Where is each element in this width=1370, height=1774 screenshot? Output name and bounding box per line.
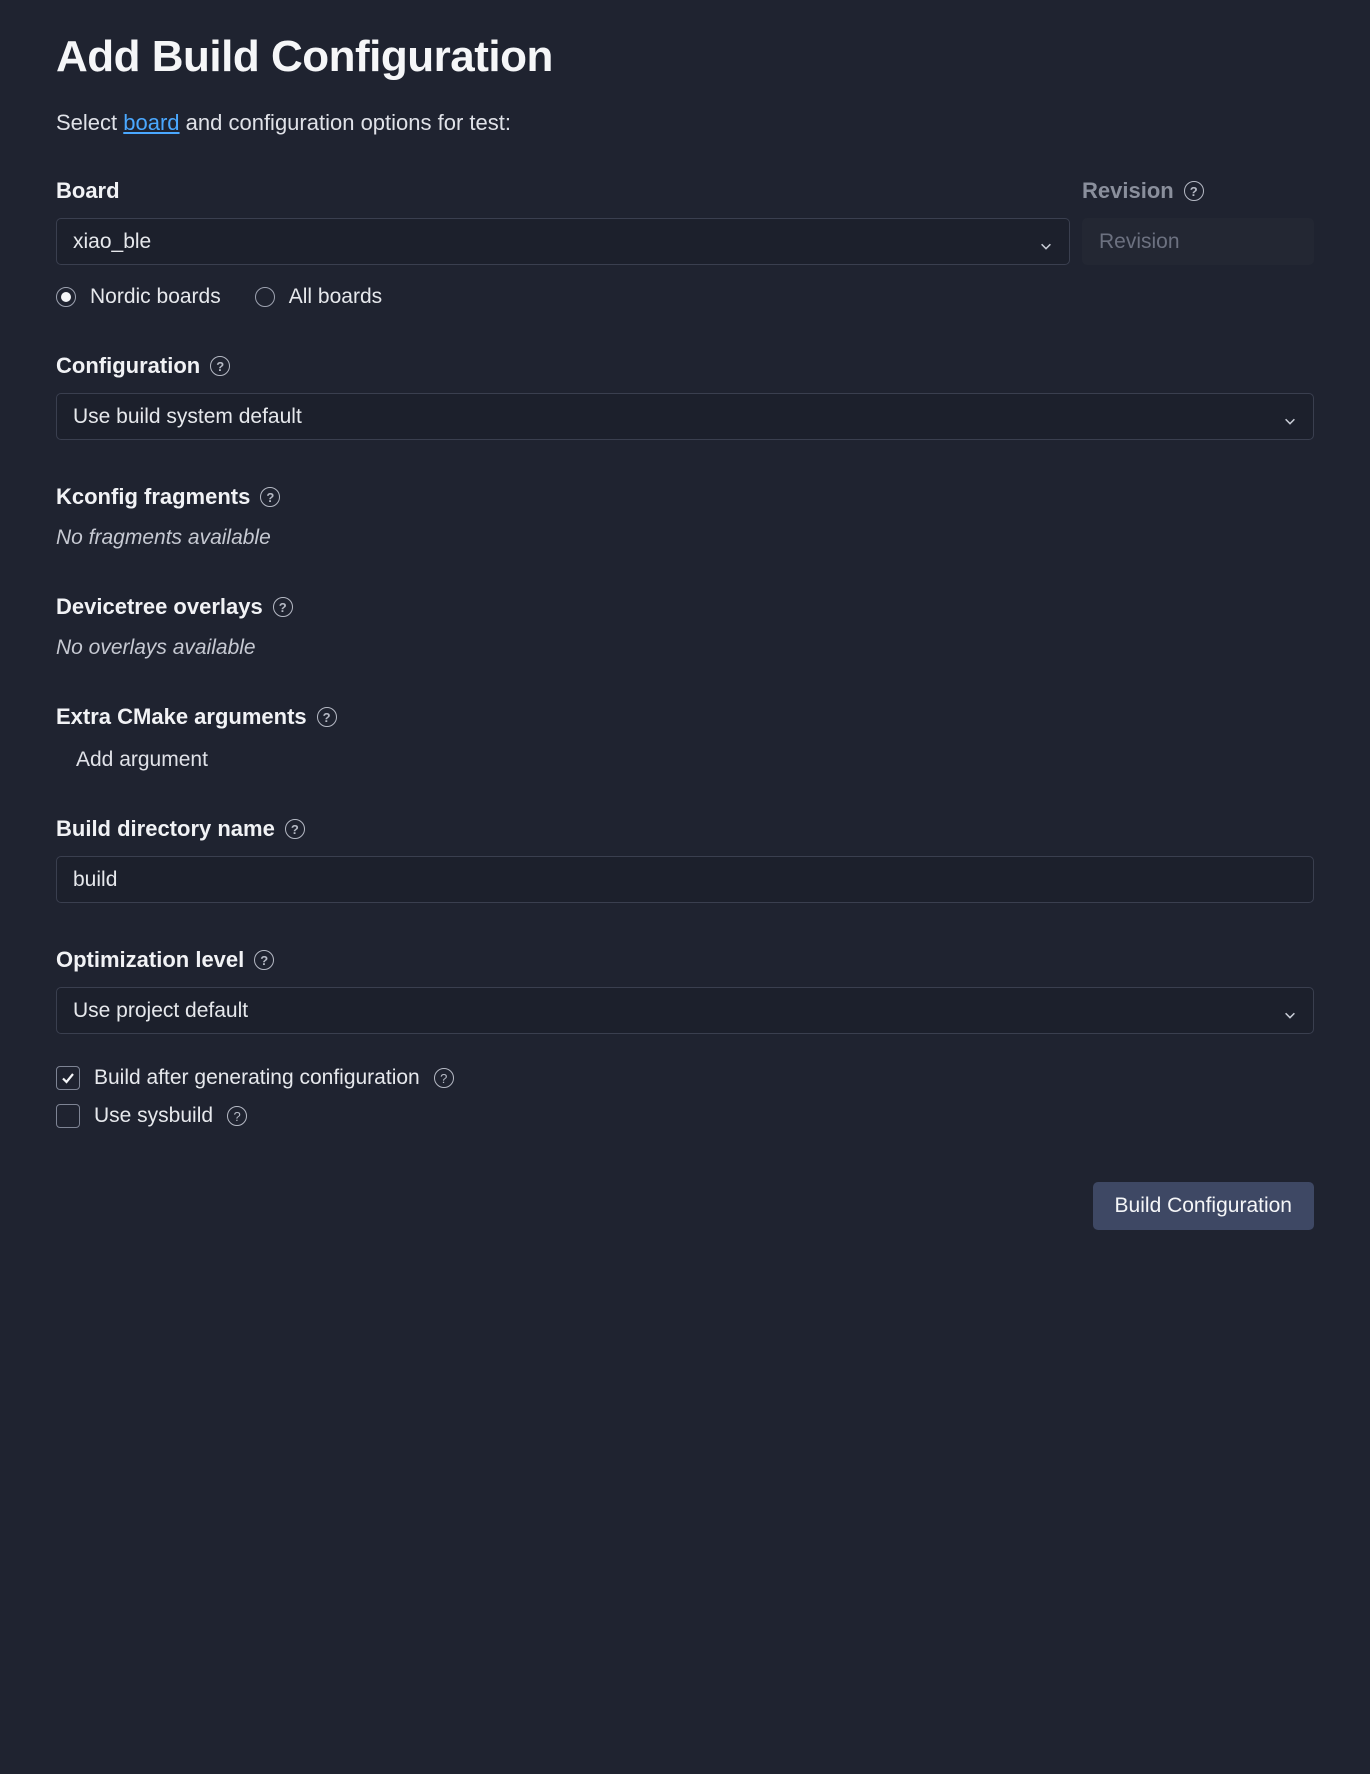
board-link[interactable]: board bbox=[123, 110, 179, 135]
chevron-down-icon bbox=[1039, 235, 1053, 249]
build-dir-label: Build directory name ? bbox=[56, 816, 1314, 842]
help-icon[interactable]: ? bbox=[434, 1068, 454, 1088]
optimization-label: Optimization level ? bbox=[56, 947, 1314, 973]
cmake-label-text: Extra CMake arguments bbox=[56, 704, 307, 730]
chevron-down-icon bbox=[1283, 1004, 1297, 1018]
build-dir-input[interactable] bbox=[56, 856, 1314, 903]
intro-suffix: and configuration options for test: bbox=[180, 110, 511, 135]
sysbuild-label: Use sysbuild bbox=[94, 1104, 213, 1128]
board-select-value: xiao_ble bbox=[73, 230, 151, 254]
help-icon[interactable]: ? bbox=[317, 707, 337, 727]
help-icon[interactable]: ? bbox=[227, 1106, 247, 1126]
overlays-empty: No overlays available bbox=[56, 636, 1314, 660]
radio-all-label: All boards bbox=[289, 285, 382, 309]
optimization-select-value: Use project default bbox=[73, 999, 248, 1023]
optimization-select[interactable]: Use project default bbox=[56, 987, 1314, 1034]
optimization-label-text: Optimization level bbox=[56, 947, 244, 973]
page-title: Add Build Configuration bbox=[56, 32, 1314, 82]
build-dir-label-text: Build directory name bbox=[56, 816, 275, 842]
board-label: Board bbox=[56, 178, 1070, 204]
kconfig-empty: No fragments available bbox=[56, 526, 1314, 550]
configuration-label: Configuration ? bbox=[56, 353, 1314, 379]
build-after-checkbox[interactable] bbox=[56, 1066, 80, 1090]
help-icon[interactable]: ? bbox=[273, 597, 293, 617]
overlays-label-text: Devicetree overlays bbox=[56, 594, 263, 620]
kconfig-label-text: Kconfig fragments bbox=[56, 484, 250, 510]
help-icon[interactable]: ? bbox=[260, 487, 280, 507]
revision-label: Revision ? bbox=[1082, 178, 1314, 204]
kconfig-label: Kconfig fragments ? bbox=[56, 484, 1314, 510]
configuration-select[interactable]: Use build system default bbox=[56, 393, 1314, 440]
sysbuild-checkbox[interactable] bbox=[56, 1104, 80, 1128]
configuration-label-text: Configuration bbox=[56, 353, 200, 379]
radio-indicator bbox=[56, 287, 76, 307]
help-icon[interactable]: ? bbox=[1184, 181, 1204, 201]
help-icon[interactable]: ? bbox=[210, 356, 230, 376]
radio-all-boards[interactable]: All boards bbox=[255, 285, 382, 309]
board-label-text: Board bbox=[56, 178, 120, 204]
intro-prefix: Select bbox=[56, 110, 123, 135]
radio-nordic-label: Nordic boards bbox=[90, 285, 221, 309]
build-after-label: Build after generating configuration bbox=[94, 1066, 420, 1090]
revision-label-text: Revision bbox=[1082, 178, 1174, 204]
radio-nordic-boards[interactable]: Nordic boards bbox=[56, 285, 221, 309]
intro-text: Select board and configuration options f… bbox=[56, 110, 1314, 136]
overlays-label: Devicetree overlays ? bbox=[56, 594, 1314, 620]
add-argument-button[interactable]: Add argument bbox=[76, 748, 1314, 772]
board-select[interactable]: xiao_ble bbox=[56, 218, 1070, 265]
chevron-down-icon bbox=[1283, 410, 1297, 424]
help-icon[interactable]: ? bbox=[254, 950, 274, 970]
build-configuration-button[interactable]: Build Configuration bbox=[1093, 1182, 1314, 1230]
help-icon[interactable]: ? bbox=[285, 819, 305, 839]
radio-indicator bbox=[255, 287, 275, 307]
configuration-select-value: Use build system default bbox=[73, 405, 302, 429]
cmake-label: Extra CMake arguments ? bbox=[56, 704, 1314, 730]
revision-input[interactable] bbox=[1082, 218, 1314, 265]
